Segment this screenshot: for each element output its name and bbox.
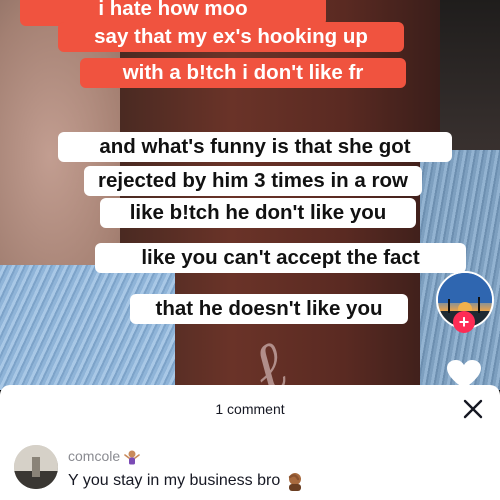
caption-line-2: say that my ex's hooking up xyxy=(58,22,404,52)
caption-line-6: like b!tch he don't like you xyxy=(100,198,416,228)
comments-sheet: 1 comment comcole Y you stay in my busin… xyxy=(0,385,500,500)
comment-username[interactable]: comcole xyxy=(68,448,140,465)
shrug-emoji-icon xyxy=(124,450,140,465)
video-denim-left xyxy=(0,265,175,390)
follow-plus-button[interactable]: + xyxy=(453,311,475,333)
close-icon[interactable] xyxy=(462,398,484,420)
comment-text: Y you stay in my business bro xyxy=(68,471,305,491)
caption-line-5: rejected by him 3 times in a row xyxy=(84,166,422,196)
comments-count-title: 1 comment xyxy=(215,401,285,417)
caption-line-4: and what's funny is that she got xyxy=(58,132,452,162)
caption-line-8: that he doesn't like you xyxy=(130,294,408,324)
caption-line-7: like you can't accept the fact xyxy=(95,243,466,273)
video-frame[interactable]: ℓ i hate how moo say that my ex's hookin… xyxy=(0,0,500,390)
avatar-photo-icon xyxy=(14,445,58,489)
caption-line-3: with a b!tch i don't like fr xyxy=(80,58,406,88)
comment-avatar[interactable] xyxy=(14,445,58,489)
plus-icon: + xyxy=(458,312,470,332)
facepalm-emoji-icon xyxy=(288,473,301,491)
